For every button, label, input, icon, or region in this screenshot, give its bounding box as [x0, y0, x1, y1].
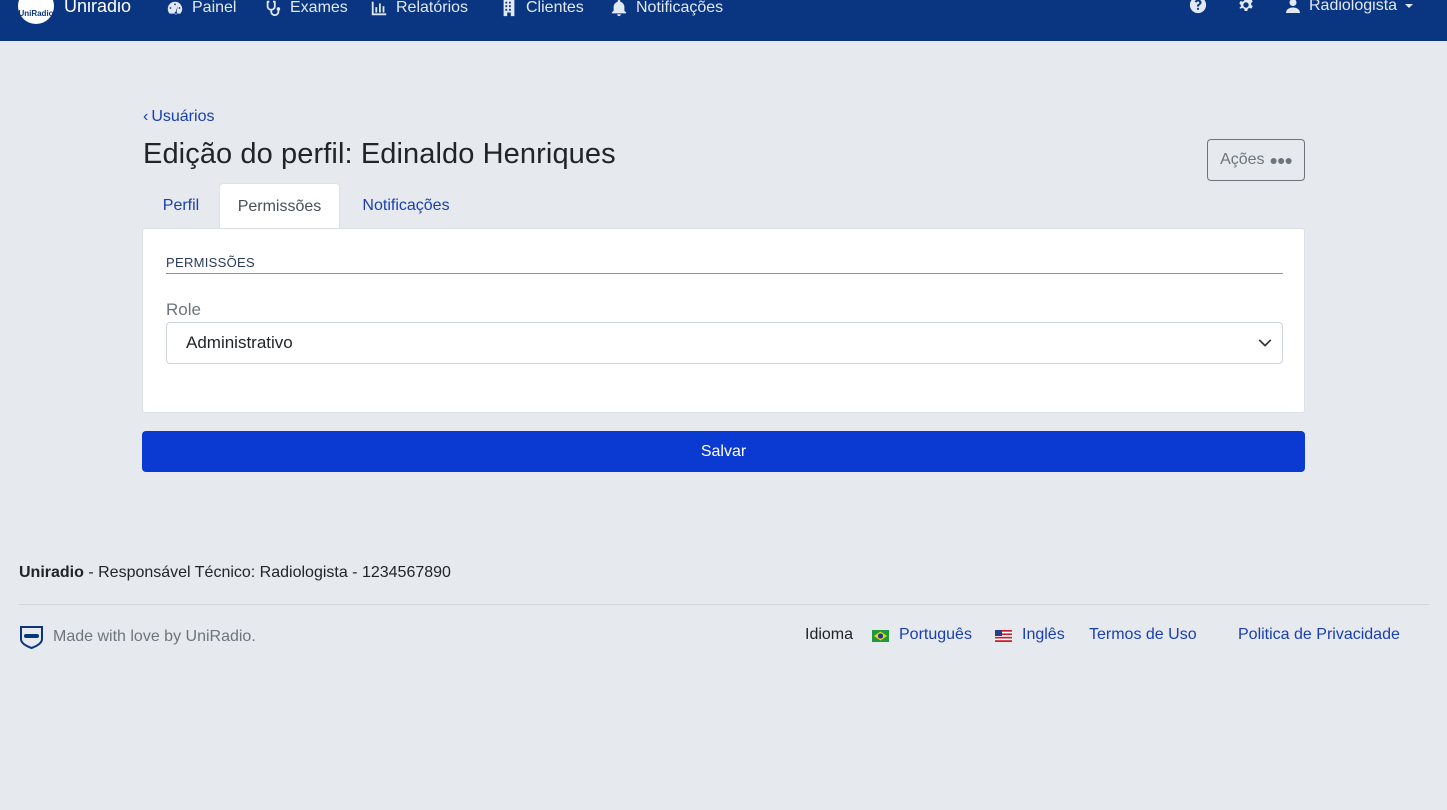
top-navbar: UniRadio Uniradio Painel Exames Relatóri…	[0, 0, 1447, 41]
footer-brand: Uniradio	[19, 564, 84, 581]
footer-divider	[19, 604, 1429, 605]
brand-logo-text: UniRadio	[18, 8, 54, 18]
dashboard-icon	[167, 1, 183, 15]
lang-english-link[interactable]: Inglês	[1022, 626, 1065, 644]
nav-label: Relatórios	[396, 0, 469, 16]
brand-name[interactable]: Uniradio	[64, 0, 131, 17]
question-circle-icon	[1189, 0, 1207, 14]
privacy-link[interactable]: Politica de Privacidade	[1238, 626, 1400, 644]
role-select-value: Administrativo	[186, 333, 293, 352]
user-icon	[1286, 0, 1300, 13]
chevron-down-icon	[1258, 339, 1272, 347]
actions-label: Ações	[1220, 151, 1265, 168]
role-label: Role	[166, 300, 201, 319]
actions-button[interactable]: Ações ●●●	[1207, 139, 1305, 181]
us-flag-icon	[995, 630, 1012, 642]
building-icon	[503, 0, 515, 17]
made-with-love: Made with love by UniRadio.	[19, 625, 256, 649]
permissions-card: PERMISSÕES Role Administrativo	[142, 228, 1305, 413]
caret-down-icon	[1405, 4, 1414, 8]
uniradio-shield-icon	[20, 626, 43, 649]
nav-label: Notificações	[636, 0, 724, 16]
nav-item-notificacoes[interactable]: Notificações	[610, 0, 723, 19]
user-menu[interactable]: Radiologista	[1285, 0, 1414, 15]
idioma-label: Idioma	[805, 626, 854, 643]
role-select[interactable]: Administrativo	[166, 322, 1283, 364]
terms-link[interactable]: Termos de Uso	[1089, 626, 1197, 644]
save-button[interactable]: Salvar	[142, 431, 1305, 472]
nav-item-exames[interactable]: Exames	[264, 0, 348, 19]
lang-portuguese-link[interactable]: Português	[899, 626, 972, 644]
brand-logo[interactable]: UniRadio	[18, 0, 54, 24]
brazil-flag-icon	[872, 630, 889, 642]
tab-perfil[interactable]: Perfil	[143, 183, 219, 229]
nav-label: Clientes	[526, 0, 584, 16]
footer-responsible: Uniradio - Responsável Técnico: Radiolog…	[19, 564, 451, 582]
bell-icon	[611, 0, 627, 17]
page-title: Edição do perfil: Edinaldo Henriques	[143, 138, 616, 170]
gear-icon	[1239, 0, 1253, 11]
stethoscope-icon	[266, 0, 281, 17]
bar-chart-icon	[371, 1, 387, 16]
settings-button[interactable]	[1237, 0, 1257, 16]
back-to-users-link[interactable]: ‹ Usuários	[143, 108, 214, 126]
help-button[interactable]	[1189, 0, 1209, 16]
section-divider	[166, 273, 1283, 274]
section-legend: PERMISSÕES	[166, 255, 255, 270]
nav-item-clientes[interactable]: Clientes	[500, 0, 584, 19]
nav-label: Painel	[192, 0, 237, 16]
chevron-left-icon: ‹	[143, 108, 149, 125]
user-name: Radiologista	[1309, 0, 1398, 14]
ellipsis-icon: ●●●	[1269, 152, 1293, 168]
tab-permissoes[interactable]: Permissões	[219, 183, 340, 230]
nav-item-painel[interactable]: Painel	[166, 0, 236, 19]
footer-responsible-text: - Responsável Técnico: Radiologista - 12…	[83, 564, 451, 581]
nav-item-relatorios[interactable]: Relatórios	[370, 0, 468, 19]
tab-notificacoes[interactable]: Notificações	[340, 183, 472, 229]
nav-label: Exames	[290, 0, 348, 16]
back-link-label: Usuários	[151, 108, 215, 125]
made-with-text: Made with love by UniRadio.	[53, 628, 256, 645]
